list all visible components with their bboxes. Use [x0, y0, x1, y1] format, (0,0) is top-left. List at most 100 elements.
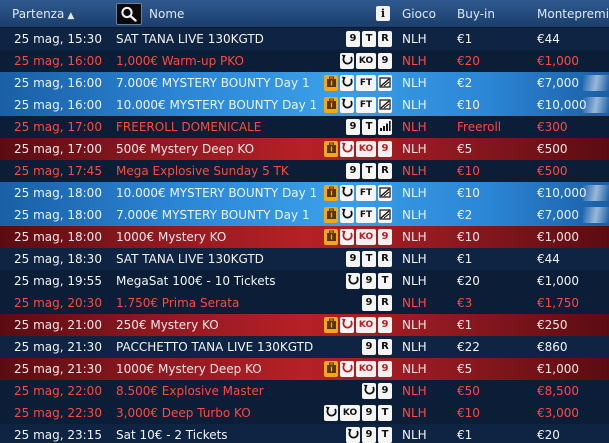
start-time: 25 mag, 17:45	[14, 164, 102, 178]
game-type: NLH	[402, 230, 427, 244]
nine-max-badge: 9	[362, 339, 376, 355]
nine-max-badge: 9	[346, 163, 360, 179]
freezeout-badge: FT	[356, 75, 376, 91]
tournament-badges: KO 9	[340, 53, 392, 69]
prize-pool: €500	[537, 164, 568, 178]
tournament-name: Sat 10€ - 2 Tickets	[116, 428, 228, 442]
table-row[interactable]: 25 mag, 20:30 1.750€ Prima Serata 9 R NLH €3 €…	[0, 292, 609, 315]
table-row[interactable]: 25 mag, 18:30 SAT TANA LIVE 130KGTD 9 T R NLH…	[0, 248, 609, 271]
freezeout-badge: FT	[356, 207, 376, 223]
tournament-lobby-table: Partenza ▲ Nome i Gioco Buy-in Montepremi…	[0, 0, 609, 443]
tournament-badges: 9R	[362, 295, 392, 311]
nine-max-badge: 9	[346, 119, 360, 135]
nine-max-badge: 9	[378, 361, 392, 377]
tournament-name: 1000€ Mystery Deep KO	[116, 362, 262, 376]
table-row[interactable]: 25 mag, 21:30 1000€ Mystery Deep KO KO 9 NLH…	[0, 358, 609, 381]
column-header-buyin[interactable]: Buy-in	[457, 0, 495, 27]
turbo-badge: T	[378, 273, 392, 289]
table-row[interactable]: 25 mag, 21:30 PACCHETTO TANA LIVE 130KGTD…	[0, 336, 609, 359]
nine-max-badge: 9	[378, 383, 392, 399]
game-type: NLH	[402, 164, 427, 178]
table-row[interactable]: 25 mag, 17:00 500€ Mystery Deep KO KO 9 NLH €…	[0, 138, 609, 161]
nine-max-badge: 9	[378, 53, 392, 69]
buy-in: €10	[457, 98, 480, 112]
game-type: NLH	[402, 362, 427, 376]
tournament-name: 10.000€ MYSTERY BOUNTY Day 1	[116, 186, 316, 200]
nine-max-badge: 9	[346, 31, 360, 47]
game-type: NLH	[402, 208, 427, 222]
table-row[interactable]: 25 mag, 17:00 FREEROLL DOMENICALE 9 T NLH Fre…	[0, 116, 609, 139]
sort-ascending-icon[interactable]: ▲	[67, 11, 74, 21]
table-row[interactable]: 25 mag, 22:30 3,000€ Deep Turbo KO KO 9 T NLH…	[0, 402, 609, 425]
game-type: NLH	[402, 186, 427, 200]
tournament-badges: 9T	[346, 273, 392, 289]
table-row[interactable]: 25 mag, 16:00 1,000€ Warm-up PKO KO 9 NLH €20…	[0, 50, 609, 73]
highlight-wave-decoration	[583, 207, 609, 223]
rebuy-badge: R	[378, 339, 392, 355]
game-type: NLH	[402, 318, 427, 332]
buy-in: €2	[457, 208, 473, 222]
tournament-badges: FT	[324, 207, 392, 223]
start-time: 25 mag, 22:00	[14, 384, 102, 398]
table-row[interactable]: 25 mag, 19:55 MegaSat 100€ - 10 Tickets 9 T…	[0, 270, 609, 293]
nine-max-badge: 9	[378, 229, 392, 245]
column-header-start[interactable]: Partenza ▲	[12, 0, 74, 27]
table-row[interactable]: 25 mag, 18:00 10.000€ MYSTERY BOUNTY Day …	[0, 182, 609, 205]
rebuy-arrow-icon	[340, 53, 354, 69]
game-type: NLH	[402, 274, 427, 288]
table-row[interactable]: 25 mag, 18:00 1000€ Mystery KO KO 9 NLH €10 €1…	[0, 226, 609, 249]
rebuy-arrow-icon	[340, 229, 354, 245]
highlight-wave-decoration	[583, 185, 609, 201]
mystery-box-icon	[324, 361, 338, 377]
table-row[interactable]: 25 mag, 16:00 10.000€ MYSTERY BOUNTY Day …	[0, 94, 609, 117]
tournament-badges: 9	[362, 383, 392, 399]
start-time: 25 mag, 21:30	[14, 340, 102, 354]
column-header-name[interactable]: Nome	[149, 0, 184, 27]
tournament-name: 250€ Mystery KO	[116, 318, 219, 332]
search-button[interactable]	[116, 3, 142, 25]
rebuy-badge: R	[378, 163, 392, 179]
prize-pool: €1,750	[537, 296, 579, 310]
game-type: NLH	[402, 296, 427, 310]
start-time: 25 mag, 18:30	[14, 252, 102, 266]
mystery-box-icon	[324, 207, 338, 223]
buy-in: €10	[457, 406, 480, 420]
table-row[interactable]: 25 mag, 23:15 Sat 10€ - 2 Tickets 9 T NLH €1 €…	[0, 424, 609, 443]
table-row[interactable]: 25 mag, 16:00 7.000€ MYSTERY BOUNTY Day 1…	[0, 72, 609, 95]
buy-in: €22	[457, 340, 480, 354]
knockout-badge: KO	[356, 141, 376, 157]
column-header-game[interactable]: Gioco	[402, 0, 436, 27]
tournament-badges: 9T	[346, 119, 392, 135]
table-row[interactable]: 25 mag, 21:00 250€ Mystery KO KO 9 NLH €1 €250	[0, 314, 609, 337]
start-time: 25 mag, 23:15	[14, 428, 102, 442]
buy-in: €5	[457, 362, 473, 376]
tournament-name: Mega Explosive Sunday 5 TK	[116, 164, 289, 178]
knockout-badge: KO	[340, 405, 360, 421]
prize-pool: €44	[537, 252, 560, 266]
buy-in: €1	[457, 428, 473, 442]
turbo-badge: T	[362, 31, 376, 47]
rebuy-arrow-icon	[340, 185, 354, 201]
start-time: 25 mag, 20:30	[14, 296, 102, 310]
tournament-badges: 9T	[346, 427, 392, 443]
knockout-badge: KO	[356, 361, 376, 377]
tournament-name: 7.000€ MYSTERY BOUNTY Day 1	[116, 76, 310, 90]
tournament-name: 1000€ Mystery KO	[116, 230, 227, 244]
table-row[interactable]: 25 mag, 22:00 8.500€ Explosive Master 9 NLH…	[0, 380, 609, 403]
tournament-name: PACCHETTO TANA LIVE 130KGTD	[116, 340, 314, 354]
info-icon[interactable]: i	[376, 6, 390, 21]
prize-pool: €1,000	[537, 230, 579, 244]
start-time: 25 mag, 21:30	[14, 362, 102, 376]
table-row[interactable]: 25 mag, 15:30 SAT TANA LIVE 130KGTD 9 T R NLH…	[0, 28, 609, 51]
knockout-badge: KO	[356, 53, 376, 69]
column-header-prize[interactable]: Montepremi	[537, 0, 609, 27]
turbo-badge: T	[378, 427, 392, 443]
prize-pool: €860	[537, 340, 568, 354]
tournament-badges: 9TR	[346, 163, 392, 179]
knockout-badge: KO	[356, 317, 376, 333]
prize-pool: €300	[537, 120, 568, 134]
table-row[interactable]: 25 mag, 18:00 7.000€ MYSTERY BOUNTY Day 1…	[0, 204, 609, 227]
buy-in: €50	[457, 384, 480, 398]
table-row[interactable]: 25 mag, 17:45 Mega Explosive Sunday 5 TK 9…	[0, 160, 609, 183]
game-type: NLH	[402, 428, 427, 442]
